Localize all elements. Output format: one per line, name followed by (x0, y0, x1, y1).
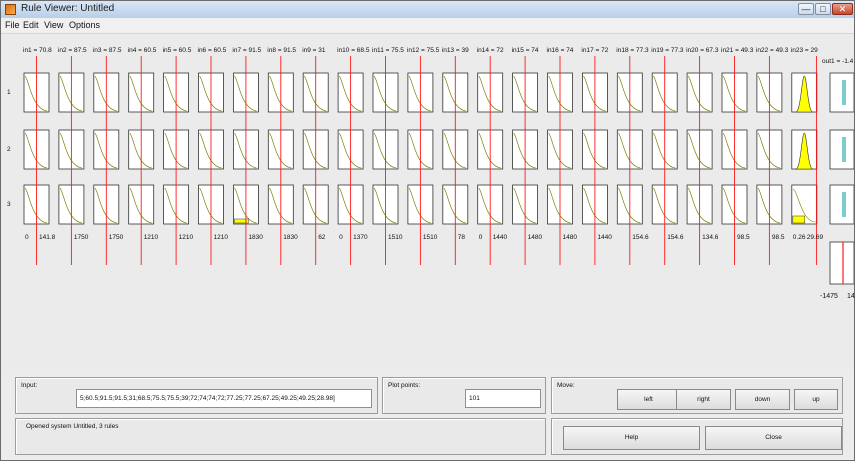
range-max-tick: 78 (457, 234, 466, 241)
range-max-tick: 1440 (597, 234, 612, 241)
input-value-label: in8 = 91.5 (267, 47, 297, 54)
input-value-label: in12 = 75.5 (406, 47, 440, 54)
output-max-tick: 14 (847, 293, 855, 300)
range-max-tick: 154.6 (667, 234, 684, 241)
plot-points-label: Plot points: (388, 382, 421, 389)
move-up-button[interactable]: up (794, 389, 838, 410)
control-area: Input: 5;60.5;91.5;91.5;31;68.5;75.5;75.… (1, 371, 854, 460)
range-max-tick: 134.6 (702, 234, 719, 241)
output-min-tick: -1475 (820, 293, 838, 300)
input-value-label: in5 = 60.5 (162, 47, 192, 54)
plot-points-panel: Plot points: 101 (382, 377, 546, 414)
input-value-label: in4 = 60.5 (127, 47, 157, 54)
window-title: Rule Viewer: Untitled (21, 3, 115, 14)
range-max-tick: 1830 (283, 234, 298, 241)
menu-bar: File Edit View Options (1, 18, 854, 34)
input-value-label: in21 = 49.3 (721, 47, 754, 54)
matlab-icon (5, 4, 16, 15)
range-max-tick: 141.8 (39, 234, 56, 241)
range-min-tick: 0 (478, 234, 483, 241)
menu-view[interactable]: View (44, 20, 63, 30)
rule-plots-svg (23, 56, 854, 285)
range-max-tick: 62 (318, 234, 326, 241)
range-max-tick: 1370 (353, 234, 368, 241)
input-value-label: in23 = 29 (790, 47, 818, 54)
rule-number: 3 (7, 201, 11, 208)
input-value-label: in6 = 60.5 (197, 47, 227, 54)
range-max-tick: 29.69 (806, 234, 824, 241)
move-panel: Move: left right down up (551, 377, 843, 414)
range-max-tick: 1210 (143, 234, 159, 241)
status-text: Opened system Untitled, 3 rules (26, 423, 119, 430)
range-max-tick: 98.5 (737, 234, 750, 241)
move-label: Move: (557, 382, 575, 389)
title-bar: Rule Viewer: Untitled — □ ✕ (1, 1, 854, 19)
mf-fill (792, 215, 806, 224)
rule-viewer-window: Rule Viewer: Untitled — □ ✕ File Edit Vi… (0, 0, 855, 461)
minimize-button[interactable]: — (798, 3, 814, 15)
output-mf-fill (842, 80, 846, 105)
input-value-label: in10 = 68.5 (337, 47, 370, 54)
output-mf-fill (842, 137, 846, 162)
range-min-tick: 0.26 (792, 234, 806, 241)
status-panel: Opened system Untitled, 3 rules (15, 418, 546, 455)
output-mf-fill (842, 192, 846, 217)
input-value-label: in11 = 75.5 (372, 47, 404, 54)
input-value-label: in22 = 49.3 (755, 47, 789, 54)
help-close-panel: Help Close (551, 418, 843, 455)
input-panel: Input: 5;60.5;91.5;91.5;31;68.5;75.5;75.… (15, 377, 378, 414)
input-value-label: in19 = 77.3 (651, 47, 684, 54)
range-max-tick: 1510 (422, 234, 438, 241)
move-right-button[interactable]: right (676, 389, 731, 410)
range-max-tick: 98.5 (771, 234, 785, 241)
range-max-tick: 1480 (562, 234, 577, 241)
maximize-button[interactable]: □ (815, 3, 831, 15)
close-button[interactable]: Close (705, 426, 842, 450)
menu-edit[interactable]: Edit (23, 20, 39, 30)
range-min-tick: 0 (25, 234, 29, 241)
input-value-label: in9 = 31 (302, 47, 326, 54)
output-value-label: out1 = -1.4 (822, 58, 854, 65)
range-max-tick: 1440 (492, 234, 508, 241)
range-max-tick: 1830 (248, 234, 263, 241)
move-down-button[interactable]: down (735, 389, 790, 410)
input-value-label: in14 = 72 (476, 47, 504, 54)
range-max-tick: 1750 (108, 234, 124, 241)
close-window-button[interactable]: ✕ (832, 3, 853, 15)
input-label: Input: (21, 382, 38, 389)
range-max-tick: 1750 (73, 234, 89, 241)
range-min-tick: 0 (339, 234, 343, 241)
input-value-label: in13 = 39 (441, 47, 469, 54)
range-max-tick: 154.6 (632, 234, 649, 241)
rule-plot-area: 1 2 3 in1 = 70.8 0 141.8 in2 = 87.5 1750 in3 = 8… (1, 34, 855, 371)
input-value-label: in3 = 87.5 (92, 47, 122, 54)
input-value-label: in20 = 67.3 (686, 47, 719, 54)
range-max-tick: 1210 (178, 234, 194, 241)
plot-points-field[interactable]: 101 (465, 389, 541, 408)
input-value-label: in16 = 74 (546, 47, 574, 54)
input-value-label: in17 = 72 (581, 47, 609, 54)
range-max-tick: 1510 (388, 234, 403, 241)
aggregate-output-box (829, 241, 854, 285)
help-button[interactable]: Help (563, 426, 700, 450)
input-value-label: in15 = 74 (511, 47, 539, 54)
input-value-label: in1 = 70.8 (23, 47, 52, 54)
input-value-label: in7 = 91.5 (232, 47, 262, 54)
range-max-tick: 1480 (527, 234, 543, 241)
menu-file[interactable]: File (5, 20, 20, 30)
move-left-button[interactable]: left (617, 389, 680, 410)
rule-number: 2 (7, 146, 11, 153)
rule-number: 1 (7, 89, 11, 96)
range-max-tick: 1210 (213, 234, 228, 241)
input-value-label: in2 = 87.5 (57, 47, 87, 54)
input-value-label: in18 = 77.3 (616, 47, 649, 54)
input-vector-field[interactable]: 5;60.5;91.5;91.5;31;68.5;75.5;75.5;39;72… (76, 389, 372, 408)
menu-options[interactable]: Options (69, 20, 100, 30)
